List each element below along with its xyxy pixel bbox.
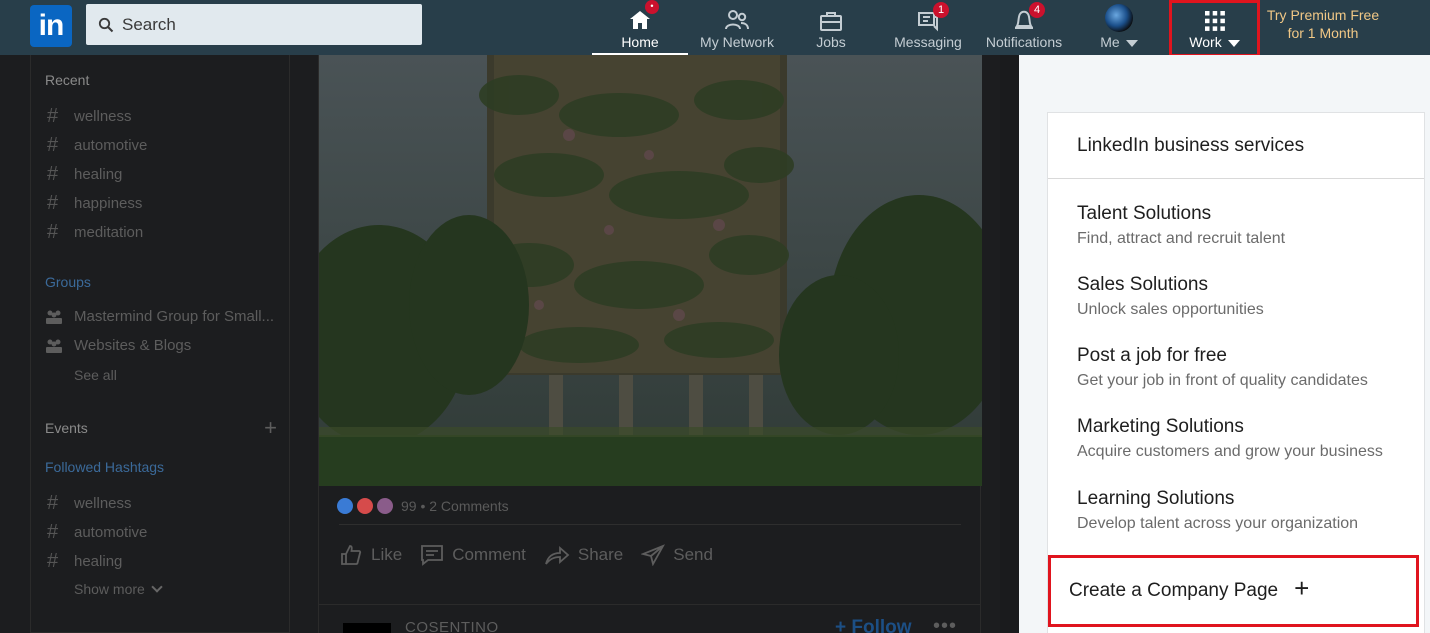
like-button[interactable]: Like	[339, 543, 402, 567]
like-reaction-icon	[337, 498, 353, 514]
hashtag-icon: #	[47, 550, 59, 572]
messaging-badge: 1	[933, 2, 949, 18]
briefcase-icon	[820, 12, 842, 31]
nav-me[interactable]: Me	[1094, 0, 1144, 55]
insightful-reaction-icon	[377, 498, 393, 514]
more-options-icon[interactable]: •••	[933, 615, 957, 633]
add-event-icon[interactable]: +	[264, 415, 277, 441]
search-icon	[98, 17, 114, 32]
chevron-down-icon	[151, 581, 163, 593]
nav-notifications-label: Notifications	[985, 34, 1063, 50]
left-sidebar: Recent # wellness # automotive # healing # h…	[30, 55, 290, 633]
nav-my-network-label: My Network	[700, 34, 774, 50]
share-button[interactable]: Share	[544, 544, 623, 566]
top-nav: in • Home My Network Jobs 1 Messaging	[0, 0, 1430, 57]
nav-messaging[interactable]: 1 Messaging	[890, 0, 966, 55]
nav-my-network[interactable]: My Network	[695, 0, 779, 55]
chevron-down-icon	[1227, 39, 1240, 47]
right-rail	[1000, 55, 1020, 633]
group-item[interactable]: Mastermind Group for Small...	[45, 308, 274, 325]
create-company-page-button[interactable]: Create a Company Page +	[1048, 555, 1419, 627]
comment-icon	[421, 545, 444, 566]
recent-hashtag[interactable]: # healing	[47, 163, 122, 186]
grid-icon	[1204, 11, 1225, 31]
comment-button[interactable]: Comment	[420, 544, 526, 566]
company-name[interactable]: COSENTINO	[405, 619, 499, 633]
followed-hashtag[interactable]: # automotive	[47, 521, 147, 544]
create-company-page-label: Create a Company Page	[1069, 580, 1279, 601]
chevron-down-icon	[1125, 39, 1138, 47]
recent-hashtag[interactable]: # automotive	[47, 134, 147, 157]
share-icon	[545, 546, 570, 565]
group-item[interactable]: Websites & Blogs	[45, 337, 191, 354]
followed-hashtag[interactable]: # healing	[47, 550, 122, 573]
nav-notifications[interactable]: 4 Notifications	[981, 0, 1067, 55]
nav-home[interactable]: • Home	[592, 0, 688, 55]
followed-hashtag[interactable]: # wellness	[47, 492, 132, 515]
notifications-badge: 4	[1029, 2, 1045, 18]
nav-jobs-label: Jobs	[816, 34, 846, 50]
show-more-button[interactable]: Show more	[74, 581, 163, 597]
feed-post: 99 • 2 Comments Like Comment Share Send	[318, 55, 982, 618]
network-icon	[725, 10, 749, 30]
thumbs-up-icon	[341, 545, 362, 565]
nav-me-label: Me	[1100, 34, 1120, 50]
menu-item-post-a-job[interactable]: Post a job for free Get your job in fron…	[1077, 345, 1368, 391]
premium-link[interactable]: Try Premium Free for 1 Month	[1262, 6, 1384, 42]
nav-messaging-label: Messaging	[894, 34, 962, 50]
followed-hashtags-heading[interactable]: Followed Hashtags	[45, 459, 164, 475]
work-panel: LinkedIn business services Talent Soluti…	[1019, 55, 1430, 633]
avatar	[1105, 4, 1133, 32]
events-heading: Events	[45, 420, 88, 436]
hashtag-icon: #	[47, 192, 59, 214]
group-icon	[46, 310, 62, 324]
send-icon	[641, 544, 666, 566]
menu-divider	[1048, 178, 1424, 179]
nav-work[interactable]: Work	[1169, 0, 1260, 57]
recent-hashtag[interactable]: # meditation	[47, 221, 143, 244]
post-social-counts[interactable]: 99 • 2 Comments	[337, 498, 509, 514]
hashtag-icon: #	[47, 521, 59, 543]
see-all-link[interactable]: See all	[74, 367, 117, 383]
search-input[interactable]	[122, 14, 402, 35]
hashtag-icon: #	[47, 163, 59, 185]
hashtag-icon: #	[47, 105, 59, 127]
company-logo[interactable]	[343, 623, 391, 633]
send-button[interactable]: Send	[641, 544, 713, 566]
next-feed-post: COSENTINO + Follow •••	[318, 604, 981, 633]
follow-button[interactable]: + Follow	[835, 617, 912, 633]
nav-work-label: Work	[1189, 34, 1222, 50]
hashtag-icon: #	[47, 492, 59, 514]
groups-heading[interactable]: Groups	[45, 274, 91, 290]
search-box[interactable]	[86, 4, 422, 45]
menu-item-learning-solutions[interactable]: Learning Solutions Develop talent across…	[1077, 488, 1358, 534]
recent-hashtag[interactable]: # wellness	[47, 105, 132, 128]
plus-icon: +	[1294, 573, 1310, 603]
love-reaction-icon	[357, 498, 373, 514]
linkedin-logo[interactable]: in	[30, 5, 72, 47]
menu-item-sales-solutions[interactable]: Sales Solutions Unlock sales opportuniti…	[1077, 274, 1264, 320]
home-badge: •	[645, 0, 659, 14]
post-divider	[339, 524, 961, 525]
hashtag-icon: #	[47, 221, 59, 243]
menu-item-talent-solutions[interactable]: Talent Solutions Find, attract and recru…	[1077, 203, 1285, 249]
hashtag-icon: #	[47, 134, 59, 156]
recent-heading: Recent	[45, 72, 90, 88]
post-actions: Like Comment Share Send	[339, 543, 731, 567]
menu-item-marketing-solutions[interactable]: Marketing Solutions Acquire customers an…	[1077, 416, 1383, 462]
reactions-count: 99 • 2 Comments	[401, 498, 509, 514]
recent-hashtag[interactable]: # happiness	[47, 192, 142, 215]
post-image[interactable]	[319, 55, 982, 486]
menu-title: LinkedIn business services	[1077, 135, 1305, 156]
nav-jobs[interactable]: Jobs	[806, 0, 856, 55]
nav-home-label: Home	[621, 34, 659, 50]
vertical-forest-tower-image	[319, 55, 982, 486]
group-icon	[46, 339, 62, 353]
